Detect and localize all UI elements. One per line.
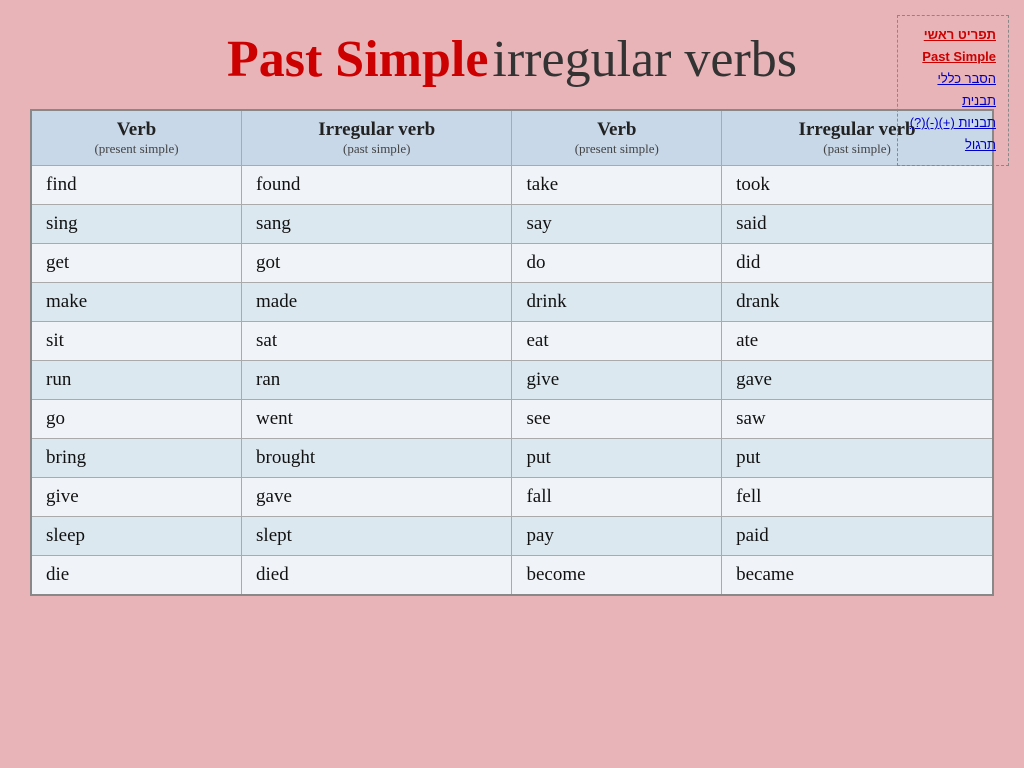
table-row: findfoundtaketook [31,166,993,205]
title-irregular-verbs: irregular verbs [492,31,797,88]
table-cell: go [31,400,242,439]
table-cell: said [722,205,993,244]
table-row: diediedbecomebecame [31,556,993,596]
table-cell: sat [242,322,512,361]
table-cell: sit [31,322,242,361]
table-cell: fall [512,478,722,517]
table-cell: drink [512,283,722,322]
table-row: getgotdodid [31,244,993,283]
table-row: sitsateatate [31,322,993,361]
table-cell: died [242,556,512,596]
table-cell: ate [722,322,993,361]
table-cell: fell [722,478,993,517]
table-row: givegavefallfell [31,478,993,517]
table-row: makemadedrinkdrank [31,283,993,322]
table-cell: did [722,244,993,283]
col-header-verb2: Verb (present simple) [512,110,722,166]
table-cell: took [722,166,993,205]
table-cell: give [512,361,722,400]
page-container: תפריט ראשי Past Simple הסבר כללי תבנית ת… [0,0,1024,768]
table-cell: found [242,166,512,205]
table-cell: sing [31,205,242,244]
table-cell: eat [512,322,722,361]
table-body: findfoundtaketooksingsangsaysaidgetgotdo… [31,166,993,596]
table-container: Verb (present simple) Irregular verb (pa… [30,109,994,596]
table-cell: make [31,283,242,322]
table-row: singsangsaysaid [31,205,993,244]
table-row: sleepsleptpaypaid [31,517,993,556]
table-cell: became [722,556,993,596]
table-cell: see [512,400,722,439]
table-cell: become [512,556,722,596]
table-row: bringbroughtputput [31,439,993,478]
table-cell: say [512,205,722,244]
table-cell: got [242,244,512,283]
table-cell: gave [722,361,993,400]
title-past-simple: Past Simple [227,31,488,88]
table-cell: take [512,166,722,205]
table-cell: ran [242,361,512,400]
table-cell: went [242,400,512,439]
table-cell: bring [31,439,242,478]
nav-item-structure[interactable]: תבנית [910,90,996,112]
table-cell: sang [242,205,512,244]
table-cell: run [31,361,242,400]
nav-item-main[interactable]: תפריט ראשי [910,24,996,46]
nav-item-past-simple[interactable]: Past Simple [910,46,996,68]
table-row: runrangivegave [31,361,993,400]
table-cell: sleep [31,517,242,556]
col-header-irregular1: Irregular verb (past simple) [242,110,512,166]
table-cell: gave [242,478,512,517]
table-header-row: Verb (present simple) Irregular verb (pa… [31,110,993,166]
nav-item-structures[interactable]: תבניות (+)(-)(?)‏ [910,112,996,134]
table-row: gowentseesaw [31,400,993,439]
table-cell: pay [512,517,722,556]
table-cell: do [512,244,722,283]
table-cell: die [31,556,242,596]
table-cell: drank [722,283,993,322]
verbs-table: Verb (present simple) Irregular verb (pa… [30,109,994,596]
table-cell: get [31,244,242,283]
table-cell: brought [242,439,512,478]
table-cell: paid [722,517,993,556]
nav-item-practice[interactable]: תרגול [910,134,996,156]
table-cell: put [512,439,722,478]
nav-box: תפריט ראשי Past Simple הסבר כללי תבנית ת… [897,15,1009,166]
table-cell: give [31,478,242,517]
col-header-verb1: Verb (present simple) [31,110,242,166]
table-cell: made [242,283,512,322]
nav-item-explanation[interactable]: הסבר כללי [910,68,996,90]
title-area: Past Simple irregular verbs [20,30,1004,89]
table-cell: find [31,166,242,205]
table-cell: saw [722,400,993,439]
table-cell: slept [242,517,512,556]
table-cell: put [722,439,993,478]
